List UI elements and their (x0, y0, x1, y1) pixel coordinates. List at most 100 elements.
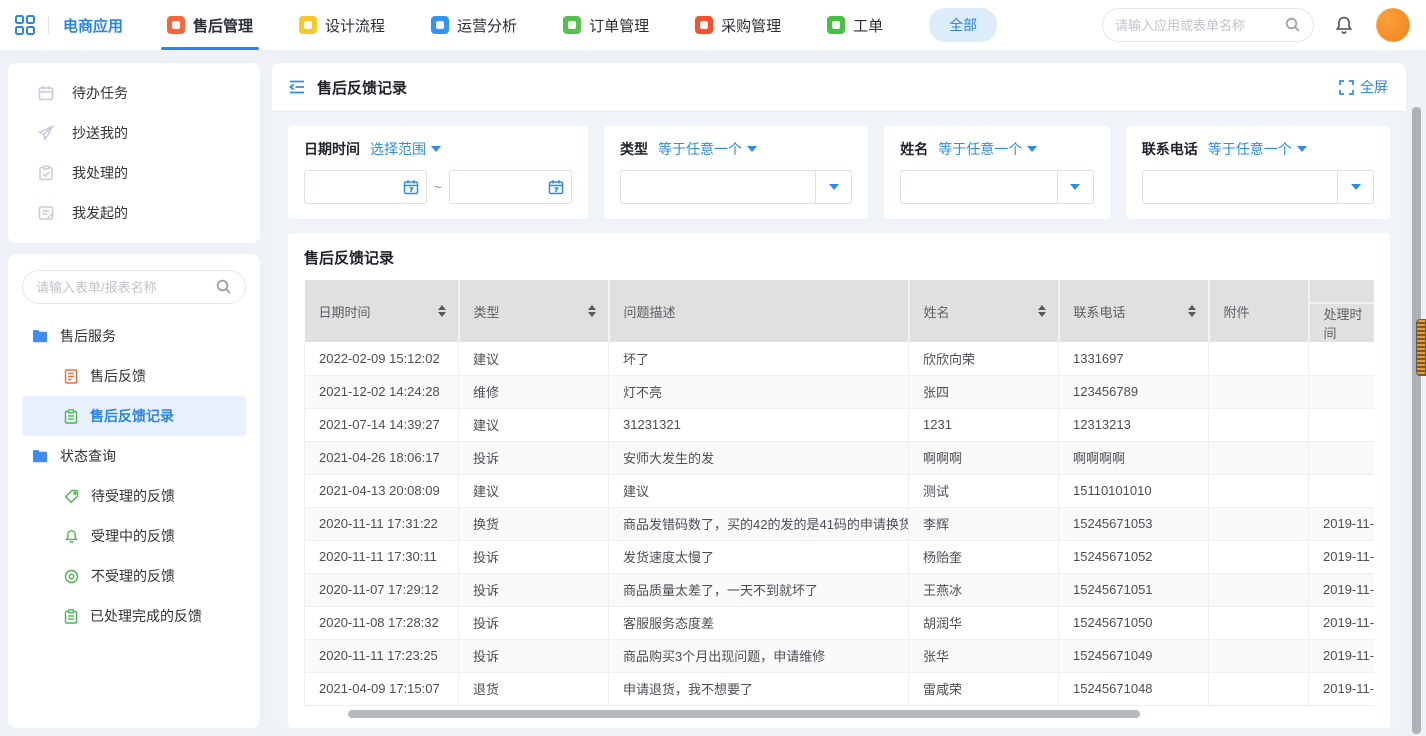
side-panel-handle[interactable] (1416, 319, 1426, 376)
col-phone: 联系电话 (1059, 280, 1209, 342)
table-row[interactable]: 2021-04-09 17:15:07退货申请退货，我不想要了雷咸荣152456… (305, 672, 1375, 705)
table-cell (1209, 705, 1309, 706)
tree-item-aftersale-feedback-records[interactable]: 售后反馈记录 (22, 396, 246, 436)
tree-item-in-progress-feedback[interactable]: 受理中的反馈 (22, 516, 246, 556)
filter-type: 类型 等于任意一个 (604, 126, 868, 219)
date-start-field (304, 170, 427, 204)
records-table-card: 售后反馈记录 日期时间 类型 问题描述 (288, 233, 1390, 728)
fullscreen-button[interactable]: 全屏 (1339, 77, 1388, 97)
table-row[interactable]: 2020-11-11 17:31:22换货商品发错码数了，买的42的发的是41码… (305, 507, 1375, 540)
table-cell: 2021-04-13 20:08:09 (305, 474, 459, 507)
filter-operator-dropdown[interactable]: 等于任意一个 (938, 139, 1037, 159)
tree-folder-status-query[interactable]: 状态查询 (22, 436, 246, 476)
table-row[interactable]: 2022-02-09 15:12:02建议坏了欣欣向荣1331697 (305, 342, 1375, 375)
notification-bell-icon[interactable] (1334, 15, 1354, 35)
sidebar-item-label: 待办任务 (72, 83, 128, 103)
table-cell (1209, 375, 1309, 408)
calendar-icon[interactable] (548, 179, 564, 195)
table-cell (1209, 474, 1309, 507)
form-search-input[interactable] (36, 280, 208, 295)
tree-item-aftersale-feedback[interactable]: 售后反馈 (22, 356, 246, 396)
divider (48, 16, 49, 34)
horizontal-scrollbar-thumb[interactable] (348, 710, 1140, 718)
table-row[interactable]: 2020-11-08 17:28:32投诉客服服务态度差胡润华152456710… (305, 606, 1375, 639)
table-row[interactable]: 2020-11-11 17:23:25投诉商品购买3个月出现问题，申请维修张华1… (305, 639, 1375, 672)
tab-purchase-mgmt[interactable]: 采购管理 (695, 0, 781, 50)
tab-operation-analysis[interactable]: 运营分析 (431, 0, 517, 50)
tree-item-completed-feedback[interactable]: 已处理完成的反馈 (22, 596, 246, 636)
all-apps-button[interactable]: 全部 (929, 8, 997, 42)
filter-bar: 日期时间 选择范围 ~ (288, 126, 1390, 219)
table-cell: 123456789 (1059, 375, 1209, 408)
search-icon[interactable] (1285, 17, 1301, 33)
table-cell: 15245671053 (1059, 507, 1209, 540)
clipboard-check-icon (38, 165, 54, 181)
table-cell: 投诉 (459, 606, 609, 639)
sidebar-item-label: 抄送我的 (72, 123, 128, 143)
sort-icon[interactable] (1188, 305, 1196, 317)
tree-item-rejected-feedback[interactable]: 不受理的反馈 (22, 556, 246, 596)
sidebar-item-initiated-by-me[interactable]: 我发起的 (8, 193, 260, 233)
search-icon[interactable] (216, 279, 232, 295)
top-bar: 电商应用 售后管理 设计流程 运营分析 订单管理 采购管理 工单 全部 (0, 0, 1426, 50)
user-avatar[interactable] (1376, 8, 1410, 42)
calendar-icon[interactable] (403, 179, 419, 195)
table-cell: 投诉 (459, 540, 609, 573)
table-row[interactable]: 2021-07-14 14:39:27建议3123132112311231321… (305, 408, 1375, 441)
folder-icon (32, 329, 48, 343)
table-cell: 坏了 (609, 342, 909, 375)
calendar-icon (38, 85, 54, 101)
name-select[interactable] (900, 170, 1094, 204)
sidebar-item-todo-tasks[interactable]: 待办任务 (8, 73, 260, 113)
tree-item-pending-feedback[interactable]: 待受理的反馈 (22, 476, 246, 516)
sort-icon[interactable] (1038, 305, 1046, 317)
table-cell: 2020-11-11 17:30:11 (305, 540, 459, 573)
sort-icon[interactable] (438, 305, 446, 317)
table-cell (1309, 408, 1375, 441)
chevron-down-icon (829, 184, 839, 190)
horizontal-scrollbar (304, 709, 1374, 719)
filter-operator-dropdown[interactable]: 等于任意一个 (658, 139, 757, 159)
col-description: 问题描述 (609, 280, 909, 342)
tree-folder-aftersale-service[interactable]: 售后服务 (22, 316, 246, 356)
table-cell: 15245671048 (1059, 672, 1209, 705)
table-cell (1209, 507, 1309, 540)
table-cell: 2020-11-07 17:29:12 (305, 573, 459, 606)
table-row[interactable]: 2020-11-11 17:30:11投诉发货速度太慢了杨贻奎152456710… (305, 540, 1375, 573)
table-cell: 1331697 (1059, 342, 1209, 375)
filter-datetime: 日期时间 选择范围 ~ (288, 126, 588, 219)
table-row[interactable]: 2021-04-13 20:08:09建议建议测试15110101010 (305, 474, 1375, 507)
app-search-input[interactable] (1115, 18, 1277, 33)
table-cell: 2021-12-02 14:24:28 (305, 375, 459, 408)
sort-icon[interactable] (588, 305, 596, 317)
table-row[interactable]: 2021-04-26 18:06:17投诉安师大发生的发啊啊啊啊啊啊啊 (305, 441, 1375, 474)
tab-order-mgmt[interactable]: 订单管理 (563, 0, 649, 50)
table-row[interactable]: 2020-11-11 17:31:22建议优惠力度不怎么样，建议优化加大点才更多… (305, 705, 1375, 706)
quick-tasks-card: 待办任务 抄送我的 我处理的 (8, 63, 260, 243)
tab-design-flow[interactable]: 设计流程 (299, 0, 385, 50)
app-name[interactable]: 电商应用 (63, 15, 123, 36)
table-cell: 2020-11-11 17:31:22 (305, 507, 459, 540)
phone-select[interactable] (1142, 170, 1374, 204)
collapse-sidebar-icon[interactable] (288, 79, 306, 95)
apps-grid-icon[interactable] (14, 14, 36, 36)
tab-work-order[interactable]: 工单 (827, 0, 883, 50)
table-cell: 测试 (909, 474, 1059, 507)
folder-icon (32, 449, 48, 463)
tab-aftersale-mgmt[interactable]: 售后管理 (167, 0, 253, 50)
app-page: 电商应用 售后管理 设计流程 运营分析 订单管理 采购管理 工单 全部 (0, 0, 1426, 736)
table-cell: 2020-11-11 17:23:25 (305, 639, 459, 672)
table-viewport: 日期时间 类型 问题描述 姓名 联系电话 附件 处理时间 2022-02-09 … (304, 280, 1374, 706)
table-row[interactable]: 2021-12-02 14:24:28维修灯不亮张四123456789 (305, 375, 1375, 408)
table-row[interactable]: 2020-11-07 17:29:12投诉商品质量太差了，一天不到就坏了王燕冰1… (305, 573, 1375, 606)
table-cell: 2020-11-08 17:28:32 (305, 606, 459, 639)
type-select[interactable] (620, 170, 852, 204)
col-process-time: 处理时间 (1309, 280, 1375, 342)
sidebar-item-processed-by-me[interactable]: 我处理的 (8, 153, 260, 193)
sidebar-item-cc-to-me[interactable]: 抄送我的 (8, 113, 260, 153)
filter-operator-dropdown[interactable]: 选择范围 (370, 139, 441, 159)
table-cell: 31231321 (609, 408, 909, 441)
send-icon (38, 125, 54, 141)
vertical-scrollbar-thumb[interactable] (1412, 107, 1421, 734)
filter-operator-dropdown[interactable]: 等于任意一个 (1208, 139, 1307, 159)
